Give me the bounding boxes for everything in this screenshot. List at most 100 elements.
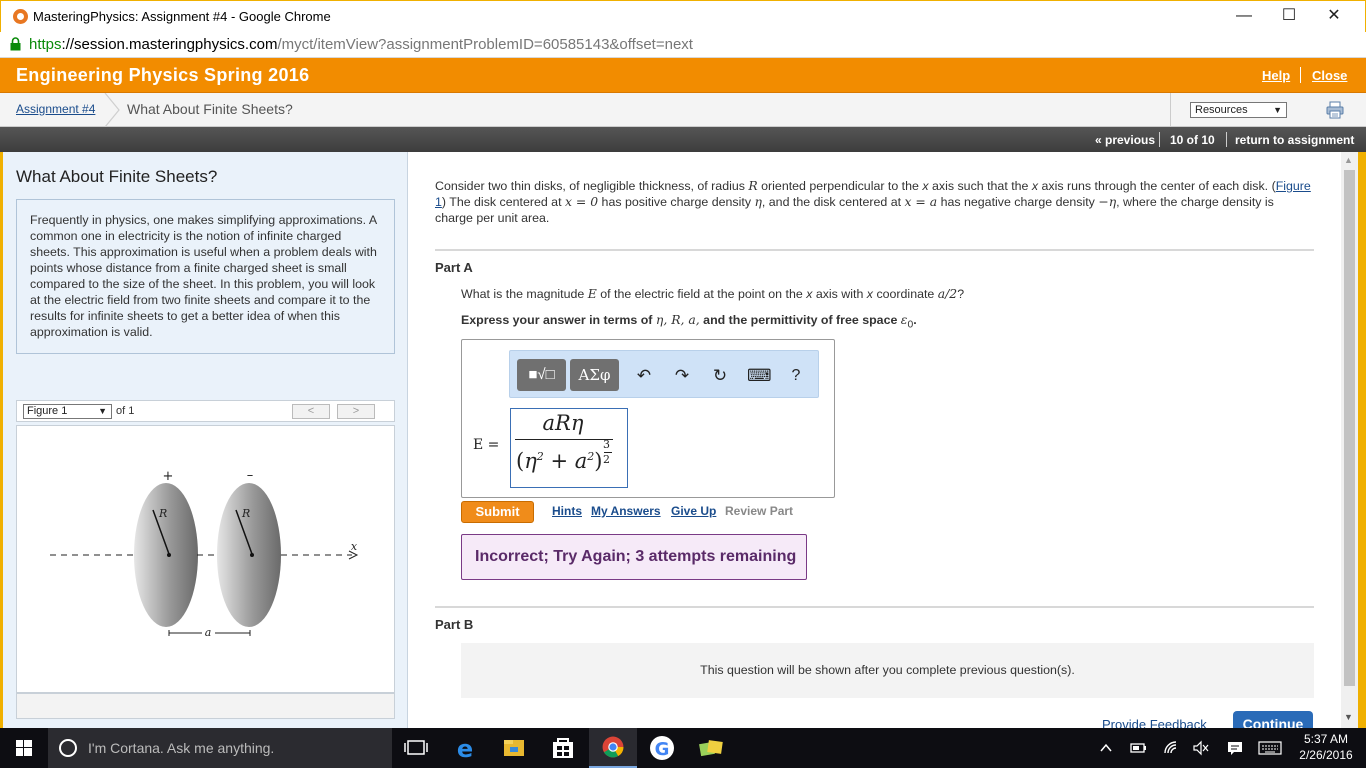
nav-divider [1226, 132, 1227, 147]
window-border [1358, 152, 1366, 728]
google-app-icon[interactable]: G [638, 728, 686, 768]
main-scrollbar[interactable]: ▲ ▼ [1341, 152, 1358, 728]
cards-app-icon[interactable] [687, 728, 735, 768]
course-title: Engineering Physics Spring 2016 [16, 65, 310, 85]
chevron-up-icon[interactable] [1099, 741, 1113, 755]
task-view-icon[interactable] [392, 728, 440, 768]
reset-icon[interactable]: ↻ [709, 365, 731, 387]
scrollbar-thumb[interactable] [1344, 170, 1355, 686]
svg-text:G: G [655, 739, 670, 760]
negative-disk [217, 483, 281, 627]
clock-date: 2/26/2016 [1299, 748, 1353, 762]
answer-input[interactable]: aRη (η2 + a2) 3 2 [510, 408, 628, 488]
answer-box: ■√□ ΑΣφ ↶ ↷ ↻ ⌨ ? E = aRη (η2 + a2) 3 2 [461, 339, 835, 498]
part-a-instructions: Express your answer in terms of η, R, a,… [461, 312, 917, 331]
url-text[interactable]: https://session.masteringphysics.com/myc… [29, 36, 693, 53]
problem-nav-bar: « previous 10 of 10 return to assignment [0, 127, 1366, 152]
figure-select[interactable]: Figure 1 ▼ [23, 404, 112, 419]
chrome-icon[interactable] [589, 728, 637, 768]
touch-keyboard-icon[interactable] [1258, 741, 1282, 755]
wifi-icon[interactable] [1162, 739, 1180, 757]
problem-sidebar: What About Finite Sheets? Frequently in … [0, 152, 408, 728]
provide-feedback-link[interactable]: Provide Feedback [1102, 717, 1207, 728]
exponent-denominator: 2 [603, 453, 610, 466]
undo-icon[interactable]: ↶ [633, 365, 655, 387]
answer-denominator: (η2 + a2) [516, 449, 603, 473]
svg-text:e: e [457, 735, 473, 763]
printer-icon[interactable] [1326, 101, 1344, 119]
feedback-message: Incorrect; Try Again; 3 attempts remaini… [461, 534, 807, 580]
figure-prev-button[interactable]: < [292, 404, 330, 419]
breadcrumb-divider [1170, 93, 1171, 127]
help-icon[interactable]: ? [785, 365, 807, 387]
app-logo-icon [13, 9, 28, 24]
volume-muted-icon[interactable] [1192, 740, 1210, 756]
breadcrumb-current: What About Finite Sheets? [127, 101, 293, 117]
figure-next-button[interactable]: > [337, 404, 375, 419]
close-window-button[interactable]: ✕ [1311, 5, 1357, 29]
figure-count: of 1 [116, 405, 135, 417]
address-bar[interactable]: https://session.masteringphysics.com/myc… [0, 32, 1366, 58]
window-title-bar[interactable]: MasteringPhysics: Assignment #4 - Google… [0, 0, 1366, 32]
fraction-bar [515, 439, 613, 440]
edge-browser-icon[interactable]: e [441, 728, 489, 768]
battery-icon[interactable] [1129, 740, 1147, 756]
give-up-link[interactable]: Give Up [671, 504, 716, 518]
minimize-button[interactable]: — [1221, 5, 1267, 29]
redo-icon[interactable]: ↷ [671, 365, 693, 387]
figure-image: + – R R x a [16, 425, 395, 693]
breadcrumb: Assignment #4 What About Finite Sheets? … [0, 93, 1366, 127]
separation-label: a [205, 626, 212, 639]
review-part-link[interactable]: Review Part [725, 504, 793, 518]
start-button[interactable] [0, 728, 48, 768]
problem-statement: Consider two thin disks, of negligible t… [435, 178, 1311, 225]
cortana-placeholder: I'm Cortana. Ask me anything. [88, 740, 275, 756]
cortana-search-box[interactable]: I'm Cortana. Ask me anything. [48, 728, 392, 768]
problem-main: Consider two thin disks, of negligible t… [409, 152, 1341, 728]
radius-label: R [158, 507, 167, 520]
action-center-icon[interactable] [1226, 740, 1244, 756]
breadcrumb-chevron-icon [104, 93, 120, 127]
course-header: Engineering Physics Spring 2016 Help Clo… [0, 58, 1366, 93]
lock-icon [10, 37, 21, 51]
problem-title: What About Finite Sheets? [16, 167, 218, 186]
maximize-button[interactable]: ☐ [1266, 5, 1312, 29]
hints-link[interactable]: Hints [552, 504, 582, 518]
scroll-down-icon[interactable]: ▼ [1344, 712, 1353, 722]
windows-taskbar: I'm Cortana. Ask me anything. e G 5:37 A… [0, 728, 1366, 768]
cortana-icon [59, 739, 77, 757]
scroll-up-icon[interactable]: ▲ [1344, 155, 1353, 165]
section-divider [435, 606, 1314, 608]
part-a-title: Part A [435, 260, 473, 275]
chevron-down-icon: ▼ [1273, 105, 1282, 115]
clock-time: 5:37 AM [1303, 732, 1349, 746]
part-b-locked-message: This question will be shown after you co… [461, 643, 1314, 698]
taskbar-clock[interactable]: 5:37 AM 2/26/2016 [1288, 731, 1364, 763]
resources-select[interactable]: Resources ▼ [1190, 102, 1287, 118]
two-disks-diagram: + – R R x a [50, 468, 359, 639]
problem-introduction: Frequently in physics, one makes simplif… [16, 199, 395, 354]
greek-symbols-button[interactable]: ΑΣφ [570, 359, 619, 391]
previous-link[interactable]: « previous [1095, 133, 1155, 147]
part-a-question: What is the magnitude E of the electric … [461, 286, 965, 301]
templates-button[interactable]: ■√□ [517, 359, 566, 391]
help-link[interactable]: Help [1262, 68, 1290, 83]
store-icon[interactable] [539, 728, 587, 768]
my-answers-link[interactable]: My Answers [591, 504, 661, 518]
answer-label: E = [473, 437, 500, 453]
breadcrumb-assignment-link[interactable]: Assignment #4 [16, 102, 95, 116]
figure-toolbar: Figure 1 ▼ of 1 < > [16, 400, 395, 422]
figure-footer [16, 693, 395, 719]
submit-button[interactable]: Submit [461, 501, 534, 523]
header-divider [1300, 67, 1301, 83]
plus-label: + [163, 469, 174, 484]
file-explorer-icon[interactable] [490, 728, 538, 768]
continue-button[interactable]: Continue [1233, 711, 1313, 728]
return-to-assignment-link[interactable]: return to assignment [1235, 133, 1354, 147]
answer-numerator: aRη [542, 411, 584, 435]
minus-label: – [247, 468, 254, 483]
close-link[interactable]: Close [1312, 68, 1347, 83]
nav-divider [1159, 132, 1160, 147]
keyboard-icon[interactable]: ⌨ [747, 365, 772, 387]
section-divider [435, 249, 1314, 251]
